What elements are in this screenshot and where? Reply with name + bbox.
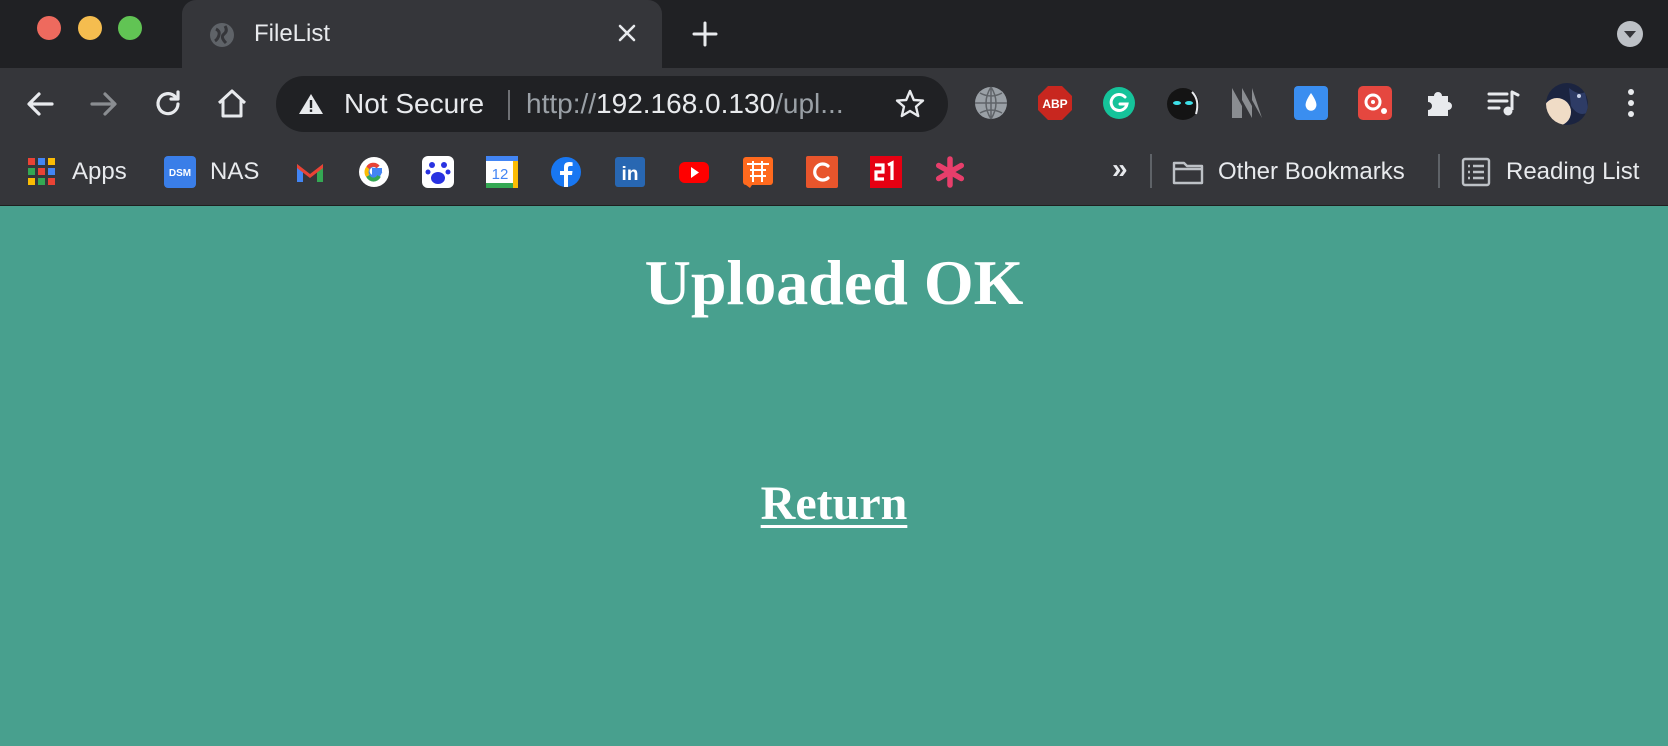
url-path: /upl... — [775, 88, 844, 119]
window-close-button[interactable] — [37, 16, 61, 40]
svg-text:12: 12 — [492, 166, 509, 183]
bookmark-facebook[interactable] — [550, 152, 582, 192]
home-icon[interactable] — [214, 86, 250, 122]
url-scheme: http:// — [526, 88, 597, 119]
return-link[interactable]: Return — [761, 477, 908, 530]
window-maximize-button[interactable] — [118, 16, 142, 40]
dark-reader-icon[interactable] — [1164, 84, 1202, 122]
other-bookmarks-label: Other Bookmarks — [1218, 158, 1405, 185]
bookmark-gmail[interactable] — [294, 152, 326, 192]
url-host: 192.168.0.130 — [596, 88, 776, 119]
bookmark-21[interactable] — [870, 152, 902, 192]
tab-strip: FileList — [0, 0, 1668, 68]
bookmark-label: Apps — [72, 158, 127, 185]
bookmark-calendar[interactable]: 12 — [486, 152, 518, 192]
tab-search-icon[interactable] — [1616, 20, 1644, 48]
browser-toolbar: Not Secure http://192.168.0.130/upl... A… — [0, 68, 1668, 140]
facebook-icon — [551, 157, 581, 187]
bookmark-baidu[interactable] — [422, 152, 454, 192]
window-minimize-button[interactable] — [78, 16, 102, 40]
reading-list-icon — [1461, 157, 1491, 187]
chrome-menu-icon[interactable] — [1612, 84, 1650, 122]
new-tab-button[interactable] — [689, 18, 721, 50]
youtube-icon — [679, 162, 709, 183]
reading-list-label: Reading List — [1506, 158, 1640, 185]
return-link-container: Return — [0, 476, 1668, 531]
forward-icon[interactable] — [86, 86, 122, 122]
calendar-icon: 12 — [486, 156, 518, 188]
page-content: Uploaded OK Return — [0, 206, 1668, 746]
bookmarks-bar: Apps DSM NAS 12 in » Other Bookmarks Rea… — [0, 140, 1668, 206]
adblock-plus-icon[interactable]: ABP — [1036, 84, 1074, 122]
reading-list-button[interactable]: Reading List — [1460, 152, 1639, 192]
linkedin-icon: in — [615, 157, 645, 187]
omnibox-divider — [508, 90, 510, 120]
folder-icon — [1172, 161, 1204, 185]
taobao-icon — [743, 157, 773, 188]
warning-icon[interactable] — [298, 92, 324, 116]
bookmarks-divider — [1150, 154, 1152, 188]
other-bookmarks-folder[interactable]: Other Bookmarks — [1172, 152, 1405, 192]
url-text[interactable]: http://192.168.0.130/upl... — [526, 88, 844, 120]
apps-grid-icon — [28, 158, 55, 185]
google-icon — [359, 157, 389, 187]
reload-icon[interactable] — [150, 86, 186, 122]
gmail-icon — [297, 164, 323, 182]
gear-extension-icon[interactable] — [1356, 84, 1394, 122]
tab-title: FileList — [254, 20, 331, 47]
profile-avatar[interactable] — [1545, 82, 1589, 126]
bookmark-apps[interactable]: Apps — [26, 152, 127, 192]
grammarly-icon[interactable] — [1100, 84, 1138, 122]
media-control-icon[interactable] — [1484, 84, 1522, 122]
bookmarks-overflow-button[interactable]: » — [1112, 153, 1128, 185]
globe-extension-icon[interactable] — [972, 84, 1010, 122]
asterisk-icon — [935, 156, 965, 188]
puzzle-extensions-icon[interactable] — [1420, 84, 1458, 122]
back-icon[interactable] — [22, 86, 58, 122]
bookmarks-divider — [1438, 154, 1440, 188]
bookmark-star-icon[interactable] — [894, 88, 926, 120]
bookmark-taobao[interactable] — [742, 152, 774, 192]
address-bar[interactable]: Not Secure http://192.168.0.130/upl... — [276, 76, 948, 132]
bookmark-asterisk[interactable] — [934, 152, 966, 192]
close-icon[interactable] — [612, 18, 642, 48]
bookmark-linkedin[interactable]: in — [614, 152, 646, 192]
bookmark-nas[interactable]: DSM NAS — [164, 152, 259, 192]
page-title: Uploaded OK — [644, 247, 1024, 318]
bookmark-google[interactable] — [358, 152, 390, 192]
dsm-icon: DSM — [164, 156, 196, 188]
svg-text:in: in — [622, 164, 639, 185]
c-letter-icon — [806, 156, 838, 188]
mark-extension-icon[interactable] — [1228, 84, 1266, 122]
raindrop-icon[interactable] — [1292, 84, 1330, 122]
baidu-paw-icon — [422, 156, 454, 188]
svg-text:ABP: ABP — [1042, 97, 1067, 111]
bookmark-c[interactable] — [806, 152, 838, 192]
globe-icon — [210, 23, 234, 47]
twenty-one-icon — [870, 156, 902, 188]
tab-filelist[interactable]: FileList — [182, 0, 662, 68]
svg-text:DSM: DSM — [169, 168, 191, 179]
bookmark-label: NAS — [210, 158, 260, 185]
security-label[interactable]: Not Secure — [344, 88, 484, 120]
bookmark-youtube[interactable] — [678, 152, 710, 192]
